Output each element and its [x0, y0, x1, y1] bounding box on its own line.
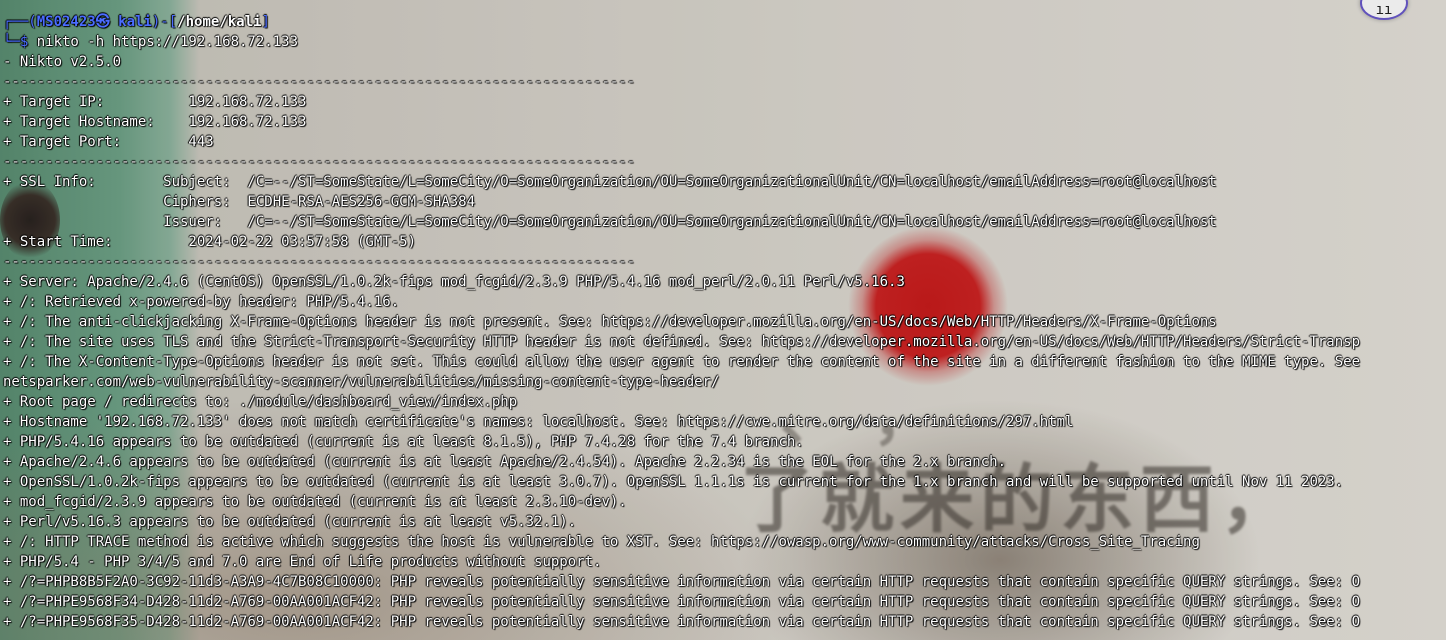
output-line: ----------------------------------------…	[3, 74, 636, 90]
output-line: + PHP/5.4 - PHP 3/4/5 and 7.0 are End of…	[3, 554, 602, 570]
prompt-corner-top: ┌──(	[3, 14, 37, 30]
output-line: + Start Time: 2024-02-22 03:57:58 (GMT-5…	[3, 234, 417, 250]
output-line: + /: HTTP TRACE method is active which s…	[3, 534, 1200, 550]
output-line: + mod_fcgid/2.3.9 appears to be outdated…	[3, 494, 627, 510]
output-line: + /?=PHPE9568F34-D428-11d2-A769-00AA001A…	[3, 594, 1361, 610]
output-line: + /: The site uses TLS and the Strict-Tr…	[3, 334, 1361, 350]
output-line: + Perl/v5.16.3 appears to be outdated (c…	[3, 514, 577, 530]
prompt-bracket-end: ]	[261, 14, 270, 30]
output-line: + OpenSSL/1.0.2k-fips appears to be outd…	[3, 474, 1344, 490]
output-line: + /: The anti-clickjacking X-Frame-Optio…	[3, 314, 1217, 330]
output-line: ----------------------------------------…	[3, 154, 636, 170]
output-line: + /?=PHPE9568F35-D428-11d2-A769-00AA001A…	[3, 614, 1361, 630]
output-line: Issuer: /C=--/ST=SomeState/L=SomeCity/O=…	[3, 214, 1217, 230]
output-line: + Server: Apache/2.4.6 (CentOS) OpenSSL/…	[3, 274, 905, 290]
output-line: + Root page / redirects to: ./module/das…	[3, 394, 518, 410]
prompt-line-top: ┌──(MS02423㉿ kali)-[/home/kali]	[3, 12, 1446, 32]
prompt-line-command: └─$ nikto -h https://192.168.72.133	[3, 32, 1446, 52]
output-line: + Hostname '192.168.72.133' does not mat…	[3, 414, 1074, 430]
output-line: + SSL Info: Subject: /C=--/ST=SomeState/…	[3, 174, 1217, 190]
output-line: ----------------------------------------…	[3, 254, 636, 270]
prompt-directory: /home/kali	[177, 14, 262, 30]
prompt-user-host: MS02423㉿ kali	[36, 14, 152, 30]
output-line: + Target Hostname: 192.168.72.133	[3, 114, 307, 130]
output-line: + Target IP: 192.168.72.133	[3, 94, 307, 110]
output-line: + PHP/5.4.16 appears to be outdated (cur…	[3, 434, 804, 450]
prompt-separator: )-[	[151, 14, 178, 30]
output-line: - Nikto v2.5.0	[3, 54, 122, 70]
prompt-corner-bottom: └─$	[3, 34, 37, 50]
command-text: nikto -h https://192.168.72.133	[36, 34, 299, 50]
output-line: Ciphers: ECDHE-RSA-AES256-GCM-SHA384	[3, 194, 476, 210]
output-line: + /: Retrieved x-powered-by header: PHP/…	[3, 294, 400, 310]
output-line: netsparker.com/web-vulnerability-scanner…	[3, 374, 720, 390]
output-line: + Target Port: 443	[3, 134, 214, 150]
command-output: - Nikto v2.5.0 --------------------------…	[3, 52, 1446, 632]
output-line: + Apache/2.4.6 appears to be outdated (c…	[3, 454, 1007, 470]
output-line: + /?=PHPB8B5F2A0-3C92-11d3-A3A9-4C7B08C1…	[3, 574, 1361, 590]
terminal-window[interactable]: ┌──(MS02423㉿ kali)-[/home/kali] └─$ nikt…	[0, 0, 1446, 640]
output-line: + /: The X-Content-Type-Options header i…	[3, 354, 1361, 370]
